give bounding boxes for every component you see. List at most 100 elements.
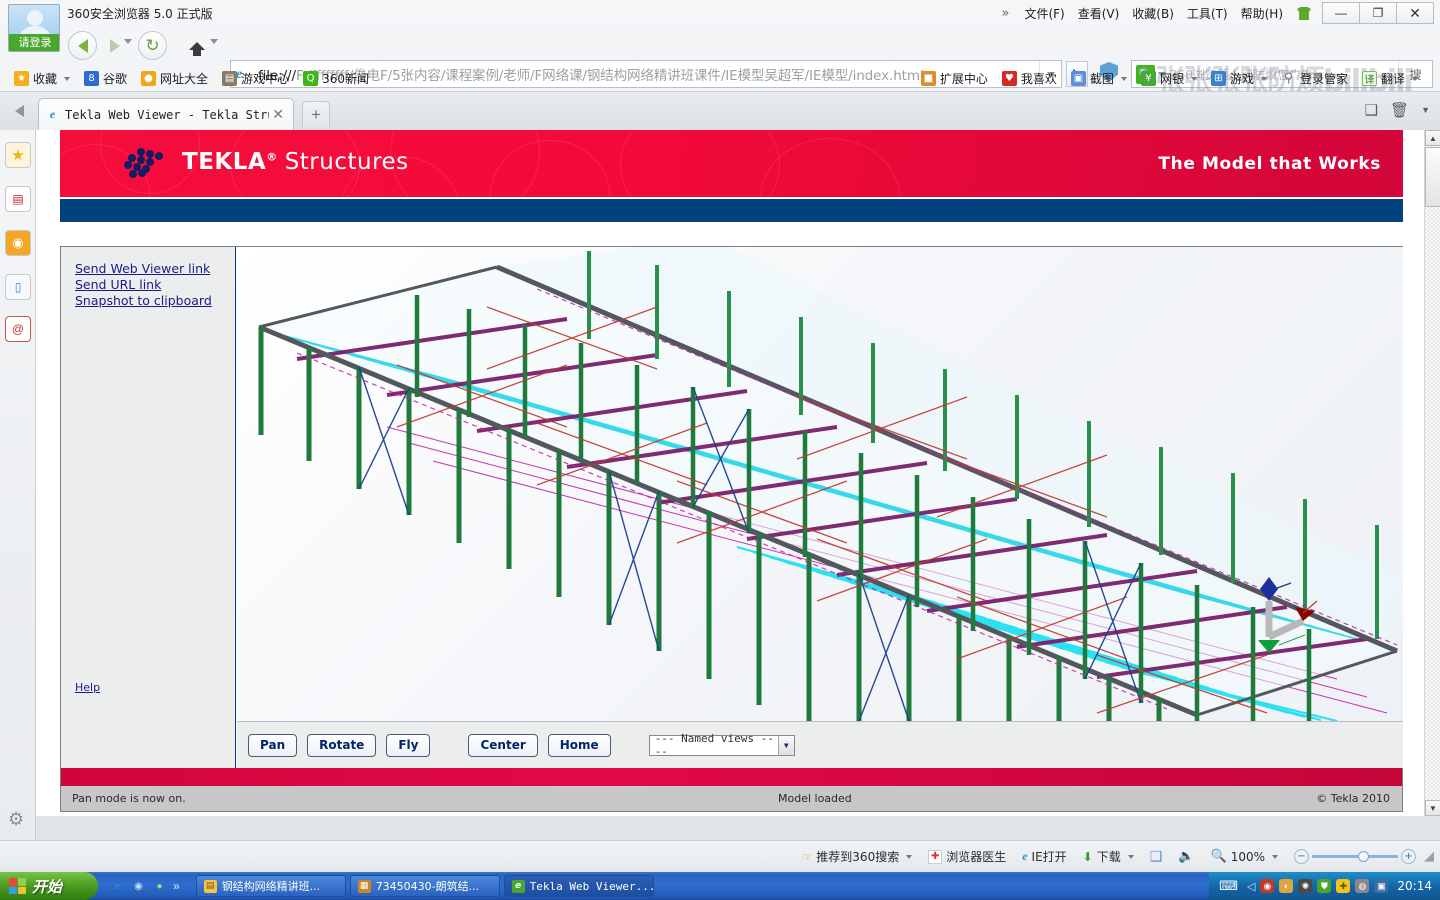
chevron-down-icon[interactable] bbox=[64, 76, 71, 81]
bookmark-login-manager[interactable]: ⚲ 登录管家 bbox=[1281, 70, 1348, 87]
bookmark-online-bank[interactable]: ¥ 网银 bbox=[1140, 70, 1197, 87]
menu-overflow-icon[interactable]: » bbox=[1001, 6, 1009, 21]
taskbar-item-label: 73450430-朗筑结... bbox=[375, 880, 480, 893]
named-views-select[interactable]: --- Named views ---- ▼ bbox=[648, 732, 795, 758]
bookmark-i-like[interactable]: ♥ 我喜欢 bbox=[1001, 70, 1057, 87]
zoom-out-button[interactable]: − bbox=[1294, 849, 1309, 864]
window-title: 360安全浏览器 5.0 正式版 bbox=[67, 7, 213, 21]
zoom-slider[interactable]: − + bbox=[1294, 849, 1416, 864]
reload-button[interactable]: ↻ bbox=[138, 31, 167, 60]
new-tab-button[interactable]: + bbox=[302, 101, 330, 127]
taskbar-item-archive[interactable]: ▦ 73450430-朗筑结... bbox=[349, 875, 500, 897]
recommend-to-360-search[interactable]: ☞ 推荐到360搜索 bbox=[802, 848, 913, 865]
center-button[interactable]: Center bbox=[468, 733, 538, 757]
camera-icon[interactable]: ◉ bbox=[1260, 879, 1275, 893]
settings-gear-icon[interactable]: ⚙ bbox=[8, 809, 24, 830]
trash-icon[interactable]: 🗑 bbox=[1390, 101, 1409, 119]
360-browser-icon[interactable]: ● bbox=[152, 879, 167, 894]
model-canvas[interactable] bbox=[237, 247, 1403, 721]
zoom-in-button[interactable]: + bbox=[1401, 849, 1416, 864]
ime-keyboard-icon[interactable]: ⌨ bbox=[1219, 878, 1238, 894]
chevron-down-icon[interactable] bbox=[1412, 76, 1418, 81]
home-dropdown-caret[interactable] bbox=[210, 39, 218, 62]
bookmark-translate[interactable]: 译 翻译 bbox=[1361, 70, 1418, 87]
close-button[interactable]: ✕ bbox=[1396, 2, 1434, 24]
bookmark-nav-sites[interactable]: ● 网址大全 bbox=[141, 70, 208, 87]
scroll-up-icon[interactable]: ▲ bbox=[1425, 130, 1440, 146]
taskbar-item-folder[interactable]: ▤ 钢结构网络精讲班... bbox=[195, 875, 346, 897]
bookmark-game-center[interactable]: ▤ 游戏中心 bbox=[222, 70, 289, 87]
browser-doctor[interactable]: ✚ 浏览器医生 bbox=[928, 848, 1006, 865]
bookmark-360-news[interactable]: Q 360新闻 bbox=[303, 70, 369, 87]
chevron-right-icon[interactable]: » bbox=[173, 879, 180, 893]
download-arrow-icon: ⬇ bbox=[1082, 849, 1093, 864]
menu-view[interactable]: 查看(V) bbox=[1078, 5, 1120, 22]
chevron-down-icon[interactable] bbox=[1272, 854, 1278, 859]
forward-dropdown-caret[interactable] bbox=[124, 39, 132, 62]
downloads[interactable]: ⬇ 下载 bbox=[1083, 848, 1134, 865]
bookmark-favorites[interactable]: ★ 收藏 bbox=[14, 70, 71, 87]
duplicate-tab-icon[interactable]: ❑ bbox=[1365, 101, 1378, 119]
home-view-button[interactable]: Home bbox=[547, 733, 611, 757]
chevron-down-icon[interactable] bbox=[906, 854, 913, 859]
chevron-down-icon[interactable]: ▼ bbox=[777, 735, 794, 755]
news-icon[interactable]: ▤ bbox=[5, 186, 31, 212]
ie-icon[interactable]: e bbox=[110, 879, 125, 894]
tab-tekla-web-viewer[interactable]: e Tekla Web Viewer - Tekla Struct... ✕ bbox=[38, 98, 294, 130]
chevron-down-icon[interactable] bbox=[1120, 76, 1127, 81]
film-icon[interactable]: ✺ bbox=[1298, 879, 1313, 893]
zoom-slider-knob[interactable] bbox=[1358, 851, 1369, 862]
plus-icon[interactable]: ✚ bbox=[1336, 879, 1351, 893]
menu-tools[interactable]: 工具(T) bbox=[1187, 5, 1228, 22]
disc-icon[interactable]: ◍ bbox=[1355, 879, 1370, 893]
home-button[interactable] bbox=[182, 31, 211, 60]
zoom-control[interactable]: 🔍 100% bbox=[1211, 849, 1278, 864]
shield-icon[interactable]: ⛊ bbox=[1317, 879, 1332, 893]
snapshot-to-clipboard-link[interactable]: Snapshot to clipboard bbox=[75, 293, 212, 308]
restore-button[interactable]: ❐ bbox=[1359, 2, 1397, 24]
back-button[interactable] bbox=[68, 31, 97, 60]
menu-file[interactable]: 文件(F) bbox=[1024, 5, 1064, 22]
volume-control[interactable]: 🔈 bbox=[1178, 849, 1194, 864]
menu-help[interactable]: 帮助(H) bbox=[1241, 5, 1283, 22]
pan-button[interactable]: Pan bbox=[248, 733, 298, 757]
monitor-icon[interactable]: ▣ bbox=[1374, 879, 1389, 893]
status-item-label: 浏览器医生 bbox=[946, 850, 1007, 864]
bookmark-screenshot[interactable]: ▣ 截图 bbox=[1070, 70, 1127, 87]
zoom-slider-track[interactable] bbox=[1312, 851, 1398, 862]
minimize-button[interactable]: — bbox=[1322, 2, 1360, 24]
browser-chrome: 请登录 360安全浏览器 5.0 正式版 » 文件(F) 查看(V) 收藏(B)… bbox=[0, 0, 1440, 872]
favorites-star-icon[interactable]: ★ bbox=[5, 142, 31, 168]
open-in-ie[interactable]: e IE打开 bbox=[1022, 848, 1066, 865]
start-button[interactable]: 开始 bbox=[0, 872, 98, 900]
weibo-icon[interactable]: ◉ bbox=[5, 230, 31, 256]
bookmark-extension-center[interactable]: ■ 扩展中心 bbox=[920, 70, 988, 87]
resize-grip-icon[interactable]: ◢ bbox=[1424, 849, 1434, 864]
chevron-down-icon[interactable] bbox=[1127, 854, 1134, 859]
bookmark-google[interactable]: 8 谷歌 bbox=[84, 70, 127, 87]
send-url-link[interactable]: Send URL link bbox=[75, 277, 161, 292]
skin-shirt-icon[interactable] bbox=[1296, 6, 1312, 21]
taskbar-item-tekla-web-viewer[interactable]: e Tekla Web Viewer... bbox=[503, 875, 654, 897]
scroll-down-icon[interactable]: ▼ bbox=[1425, 800, 1440, 816]
window-toggle[interactable]: ❑ bbox=[1150, 849, 1163, 865]
tab-list-back-button[interactable] bbox=[8, 100, 30, 122]
cat-icon[interactable]: ◐ bbox=[1279, 879, 1294, 893]
rotate-button[interactable]: Rotate bbox=[307, 733, 377, 757]
help-link[interactable]: Help bbox=[75, 681, 100, 694]
tray-chevron-icon[interactable]: ◁ bbox=[1247, 880, 1255, 893]
refresh-icon[interactable]: ◉ bbox=[131, 879, 146, 894]
bookmark-games[interactable]: ⊞ 游戏 bbox=[1210, 70, 1267, 87]
fly-button[interactable]: Fly bbox=[386, 733, 431, 757]
page-scrollbar-vertical[interactable]: ▲ ▼ bbox=[1424, 130, 1440, 816]
chevron-down-icon[interactable] bbox=[1260, 76, 1267, 81]
chevron-down-icon[interactable]: ▼ bbox=[1421, 105, 1430, 115]
tab-close-icon[interactable]: ✕ bbox=[269, 106, 287, 123]
mail-icon[interactable]: @ bbox=[5, 316, 31, 342]
chevron-down-icon[interactable] bbox=[1190, 76, 1197, 81]
send-web-viewer-link[interactable]: Send Web Viewer link bbox=[75, 261, 210, 276]
menu-favorites[interactable]: 收藏(B) bbox=[1132, 5, 1174, 22]
mobile-icon[interactable]: ▯ bbox=[5, 274, 31, 300]
taskbar-clock[interactable]: 20:14 bbox=[1397, 879, 1432, 893]
scrollbar-thumb[interactable] bbox=[1425, 147, 1440, 207]
